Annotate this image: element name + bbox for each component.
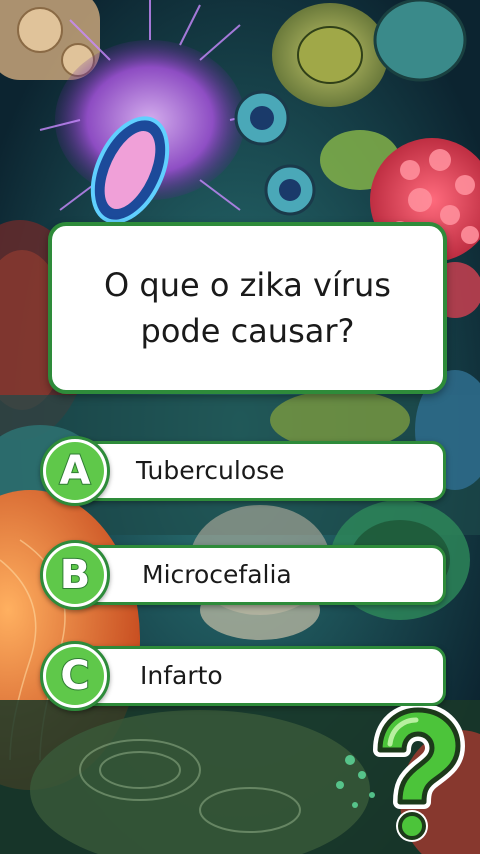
option-c-label: Infarto	[140, 661, 223, 690]
option-a-label: Tuberculose	[136, 456, 285, 485]
option-b-badge: B	[40, 540, 110, 610]
option-a-letter: A	[59, 448, 92, 494]
option-c-letter: C	[59, 653, 90, 699]
option-c-button[interactable]: Infarto C	[40, 641, 448, 711]
option-c-badge: C	[40, 641, 110, 711]
option-b-label: Microcefalia	[142, 560, 292, 589]
option-a-button[interactable]: Tuberculose A	[40, 436, 448, 506]
question-text: O que o zika vírus pode causar?	[104, 266, 391, 350]
question-mark-icon	[360, 703, 468, 844]
option-b-letter: B	[59, 552, 91, 598]
option-c-bar	[72, 646, 446, 706]
option-a-badge: A	[40, 436, 110, 506]
option-b-button[interactable]: Microcefalia B	[40, 540, 448, 610]
question-card: O que o zika vírus pode causar?	[48, 222, 447, 394]
